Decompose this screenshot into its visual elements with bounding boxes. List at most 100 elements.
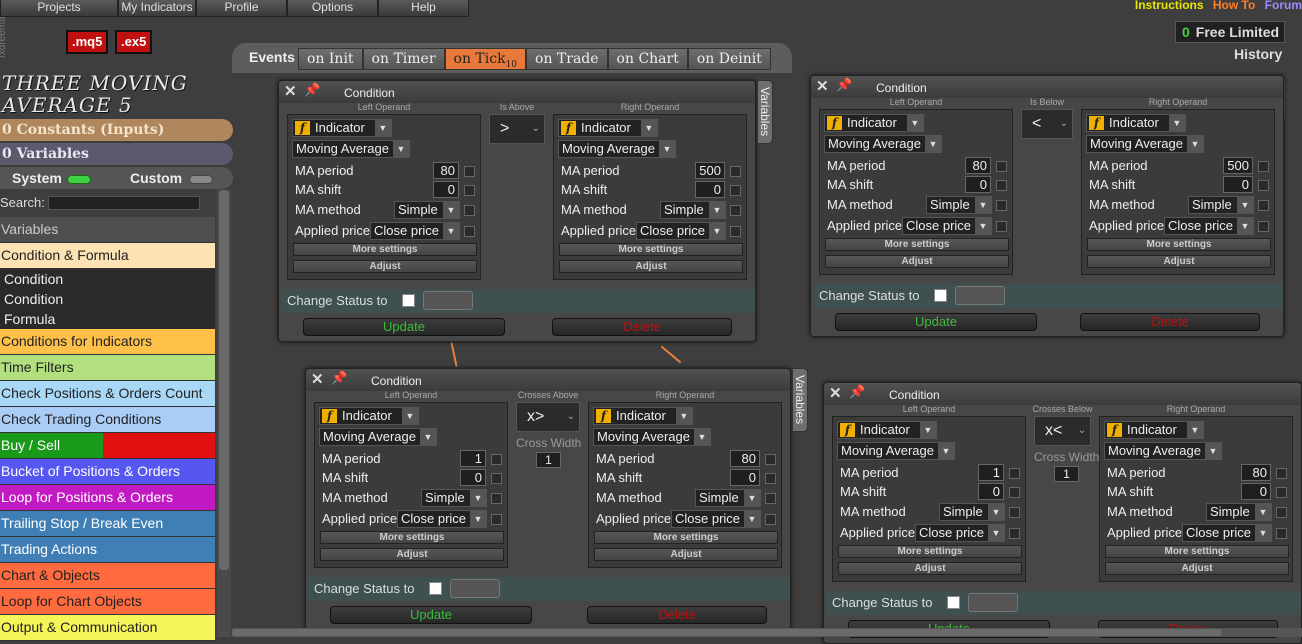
condition-block[interactable]: ✕ 📌 Condition Left Operand Crosses Below Righ… <box>823 382 1302 644</box>
right-indicator-select[interactable]: Moving Average ▼ <box>558 140 676 158</box>
adjust-button[interactable]: Adjust <box>838 562 1022 575</box>
left-operand-type-select[interactable]: f Indicator ▼ <box>824 114 924 132</box>
ma-shift-input[interactable]: 0 <box>730 469 760 486</box>
adjust-button[interactable]: Adjust <box>559 260 743 273</box>
adjust-button[interactable]: Adjust <box>293 260 477 273</box>
category-item[interactable]: Conditions for Indicators <box>0 329 215 355</box>
menu-my-indicators[interactable]: My Indicators <box>118 0 196 17</box>
more-settings-button[interactable]: More settings <box>825 238 1009 251</box>
more-settings-button[interactable]: More settings <box>559 243 743 256</box>
ma-shift-checkbox[interactable] <box>464 185 475 196</box>
block-item[interactable]: Condition <box>0 269 215 289</box>
category-item[interactable]: Variables <box>0 217 215 243</box>
status-color-picker[interactable] <box>955 286 1005 305</box>
ma-shift-input[interactable]: 0 <box>1241 483 1271 500</box>
ma-period-input[interactable]: 500 <box>695 162 725 179</box>
custom-toggle[interactable] <box>189 175 213 184</box>
applied-price-select[interactable]: Close price ▼ <box>636 222 726 240</box>
ma-method-checkbox[interactable] <box>730 205 741 216</box>
right-operand-type-select[interactable]: f Indicator ▼ <box>593 407 693 425</box>
ma-period-checkbox[interactable] <box>464 166 475 177</box>
category-item[interactable]: Loop for Positions & Orders <box>0 485 215 511</box>
variables-toggle[interactable]: 0 Variables <box>0 143 233 165</box>
ma-period-checkbox[interactable] <box>996 161 1007 172</box>
left-operand-type-select[interactable]: f Indicator ▼ <box>292 119 392 137</box>
constants-toggle[interactable]: 0 Constants (Inputs) <box>0 119 233 141</box>
tab-on-deinit[interactable]: on Deinit <box>687 48 771 70</box>
tab-on-init[interactable]: on Init <box>298 48 363 70</box>
ma-shift-checkbox[interactable] <box>996 180 1007 191</box>
category-item[interactable]: Output & Communication <box>0 615 215 641</box>
applied-price-select[interactable]: Close price ▼ <box>370 222 460 240</box>
ma-period-input[interactable]: 80 <box>730 450 760 467</box>
tab-on-tick[interactable]: on Tick10 <box>444 48 527 70</box>
ma-method-select[interactable]: Simple ▼ <box>660 201 726 219</box>
menu-projects[interactable]: Projects <box>0 0 118 17</box>
ma-method-checkbox[interactable] <box>491 493 502 504</box>
pin-icon[interactable]: 📌 <box>304 82 320 98</box>
category-item[interactable]: Trailing Stop / Break Even <box>0 511 215 537</box>
applied-price-checkbox[interactable] <box>491 514 502 525</box>
ma-shift-checkbox[interactable] <box>1009 487 1020 498</box>
pin-icon[interactable]: 📌 <box>331 370 347 386</box>
left-operand-type-select[interactable]: f Indicator ▼ <box>837 421 937 439</box>
condition-header[interactable]: ✕ 📌 Condition <box>279 81 755 103</box>
ma-shift-checkbox[interactable] <box>1276 487 1287 498</box>
ma-period-checkbox[interactable] <box>1258 161 1269 172</box>
ma-period-checkbox[interactable] <box>1276 468 1287 479</box>
right-indicator-select[interactable]: Moving Average ▼ <box>1086 135 1204 153</box>
ma-method-checkbox[interactable] <box>1258 200 1269 211</box>
applied-price-checkbox[interactable] <box>464 226 475 237</box>
ma-shift-checkbox[interactable] <box>491 473 502 484</box>
history-link[interactable]: History <box>1234 46 1282 62</box>
menu-help[interactable]: Help <box>378 0 469 17</box>
ma-shift-input[interactable]: 0 <box>460 469 486 486</box>
more-settings-button[interactable]: More settings <box>1105 545 1289 558</box>
ma-method-select[interactable]: Simple ▼ <box>394 201 460 219</box>
tab-on-timer[interactable]: on Timer <box>362 48 445 70</box>
change-status-checkbox[interactable] <box>947 596 960 609</box>
block-item[interactable]: Formula <box>0 309 215 329</box>
tab-on-chart[interactable]: on Chart <box>607 48 688 70</box>
ma-period-input[interactable]: 80 <box>1241 464 1271 481</box>
close-icon[interactable]: ✕ <box>829 384 842 402</box>
ma-shift-input[interactable]: 0 <box>433 181 459 198</box>
ma-method-checkbox[interactable] <box>1276 507 1287 518</box>
ma-method-select[interactable]: Simple ▼ <box>939 503 1005 521</box>
adjust-button[interactable]: Adjust <box>594 548 778 561</box>
applied-price-checkbox[interactable] <box>730 226 741 237</box>
canvas-horizontal-scrollbar[interactable] <box>232 628 1302 637</box>
ma-method-select[interactable]: Simple ▼ <box>1188 196 1254 214</box>
search-input[interactable] <box>48 196 200 210</box>
adjust-button[interactable]: Adjust <box>825 255 1009 268</box>
export-ex5-button[interactable]: .ex5 <box>115 30 153 54</box>
canvas-scroll-thumb[interactable] <box>232 629 1222 636</box>
condition-block[interactable]: ✕ 📌 Condition Left Operand Is Above Right Ope… <box>278 80 756 342</box>
ma-period-input[interactable]: 1 <box>460 450 486 467</box>
delete-button[interactable]: Delete <box>587 606 767 624</box>
block-item[interactable]: Condition <box>0 289 215 309</box>
ma-shift-input[interactable]: 0 <box>1223 176 1253 193</box>
adjust-button[interactable]: Adjust <box>1105 562 1289 575</box>
ma-method-checkbox[interactable] <box>996 200 1007 211</box>
more-settings-button[interactable]: More settings <box>1087 238 1271 251</box>
menu-options[interactable]: Options <box>287 0 378 17</box>
applied-price-select[interactable]: Close price ▼ <box>915 524 1005 542</box>
system-toggle[interactable] <box>67 175 91 184</box>
cross-width-input[interactable]: 1 <box>536 452 561 468</box>
ma-period-checkbox[interactable] <box>1009 468 1020 479</box>
adjust-button[interactable]: Adjust <box>320 548 504 561</box>
close-icon[interactable]: ✕ <box>284 82 297 100</box>
right-operand-type-select[interactable]: f Indicator ▼ <box>1086 114 1186 132</box>
left-indicator-select[interactable]: Moving Average ▼ <box>824 135 942 153</box>
change-status-checkbox[interactable] <box>429 582 442 595</box>
ma-method-checkbox[interactable] <box>464 205 475 216</box>
left-operand-type-select[interactable]: f Indicator ▼ <box>319 407 419 425</box>
export-mq5-button[interactable]: .mq5 <box>66 30 109 54</box>
ma-method-checkbox[interactable] <box>1009 507 1020 518</box>
ma-period-checkbox[interactable] <box>765 454 776 465</box>
more-settings-button[interactable]: More settings <box>594 531 778 544</box>
delete-button[interactable]: Delete <box>1080 313 1260 331</box>
ma-shift-checkbox[interactable] <box>765 473 776 484</box>
pin-icon[interactable]: 📌 <box>836 77 852 93</box>
